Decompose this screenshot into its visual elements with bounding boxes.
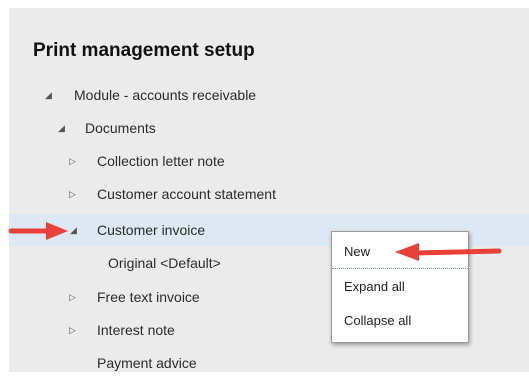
tree-node-label: Documents — [85, 120, 156, 136]
tree-node-label: Customer account statement — [97, 186, 276, 202]
tree-node-module-accounts-receivable[interactable]: ◢ Module - accounts receivable — [9, 79, 529, 111]
expanded-triangle-icon[interactable]: ◢ — [58, 112, 65, 144]
tree-node-label: Interest note — [97, 322, 175, 338]
tree-node-label: Free text invoice — [97, 289, 200, 305]
menu-item-expand-all[interactable]: Expand all — [332, 270, 468, 304]
tree-node-payment-advice[interactable]: Payment advice — [9, 347, 529, 379]
tree-node-documents[interactable]: ◢ Documents — [9, 112, 529, 144]
expanded-triangle-icon[interactable]: ◢ — [70, 214, 77, 246]
collapsed-triangle-icon[interactable]: ▷ — [69, 178, 76, 210]
tree-node-label: Customer invoice — [97, 222, 206, 238]
red-arrow-icon — [8, 222, 68, 240]
tree-node-customer-account-statement[interactable]: ▷ Customer account statement — [9, 178, 529, 210]
tree-node-label: Module - accounts receivable — [74, 87, 257, 103]
tree-node-label: Collection letter note — [97, 153, 225, 169]
menu-item-collapse-all[interactable]: Collapse all — [332, 304, 468, 338]
collapsed-triangle-icon[interactable]: ▷ — [69, 314, 76, 346]
expanded-triangle-icon[interactable]: ◢ — [45, 79, 52, 111]
collapsed-triangle-icon[interactable]: ▷ — [69, 281, 76, 313]
page-title: Print management setup — [33, 40, 255, 61]
collapsed-triangle-icon[interactable]: ▷ — [69, 145, 76, 177]
tree-node-label: Payment advice — [97, 355, 197, 371]
tree-node-label: Original <Default> — [108, 255, 221, 271]
red-arrow-icon — [395, 243, 502, 261]
tree-node-collection-letter-note[interactable]: ▷ Collection letter note — [9, 145, 529, 177]
